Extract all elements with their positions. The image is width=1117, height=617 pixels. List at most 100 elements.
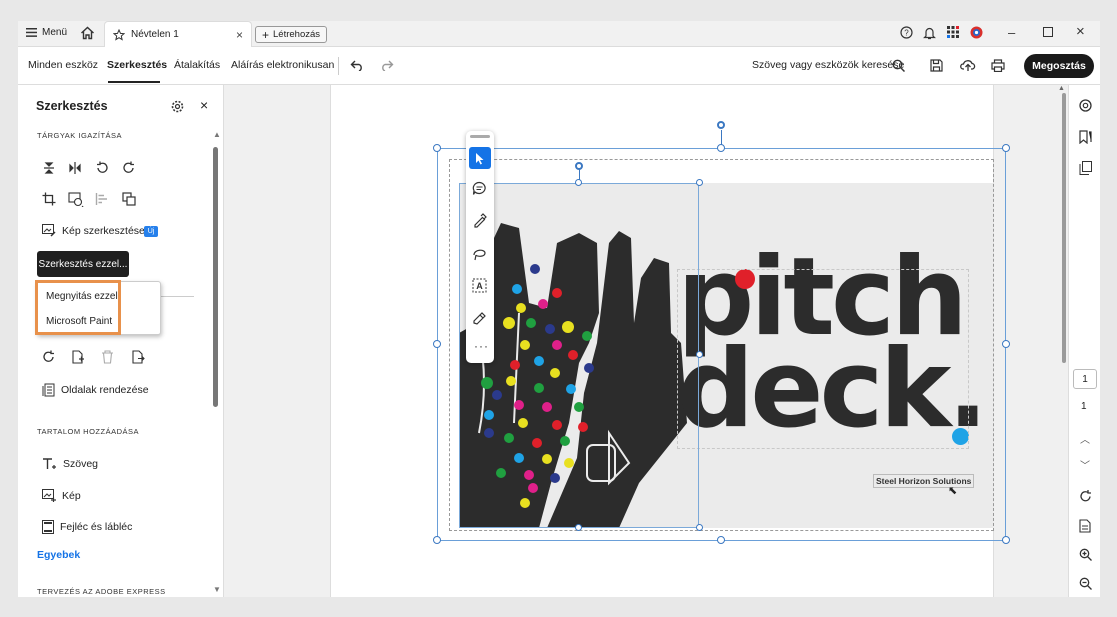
flip-horizontal-icon[interactable] — [68, 161, 82, 175]
document-tab[interactable]: Névtelen 1 × — [104, 21, 252, 47]
menu-label: Menü — [42, 27, 68, 38]
tab-esign[interactable]: Aláírás elektronikusan — [231, 59, 334, 71]
avatar[interactable] — [970, 26, 983, 39]
active-tab-indicator — [108, 81, 160, 83]
add-text-row[interactable]: Szöveg — [42, 457, 98, 471]
cloud-upload-icon[interactable] — [960, 58, 976, 72]
close-tab-icon[interactable]: × — [236, 28, 243, 42]
arrange-layers-icon[interactable] — [122, 192, 136, 206]
resize-handle-b[interactable] — [717, 536, 725, 544]
comment-icon[interactable] — [472, 181, 487, 196]
arrange-pages-row[interactable]: Oldalak rendezése — [42, 383, 149, 397]
image-handle-tr[interactable] — [696, 179, 703, 186]
header-footer-icon — [42, 520, 54, 534]
freehand-draw-icon[interactable] — [472, 246, 487, 261]
edit-panel: Szerkesztés × TÁRGYAK IGAZÍTÁSA ▲ ▼ Kép … — [18, 85, 224, 597]
edit-with-button[interactable]: Szerkesztés ezzel... — [37, 251, 129, 277]
resize-handle-bl[interactable] — [433, 536, 441, 544]
minimize-icon[interactable]: – — [1008, 25, 1015, 40]
rotate-right-icon[interactable] — [122, 161, 136, 175]
resize-handle-tr[interactable] — [1002, 144, 1010, 152]
page-down-icon[interactable]: ﹀ — [1080, 457, 1090, 472]
tab-edit[interactable]: Szerkesztés — [107, 59, 167, 71]
highlight-pen-icon[interactable] — [472, 213, 487, 228]
zoom-in-icon[interactable] — [1079, 548, 1092, 561]
canvas-scroll-up-icon[interactable]: ▲ — [1058, 85, 1065, 92]
tab-all-tools[interactable]: Minden eszköz — [28, 59, 98, 71]
select-cursor-icon[interactable] — [469, 147, 491, 169]
help-icon[interactable]: ? — [900, 26, 913, 39]
page-number-input[interactable]: 1 — [1073, 369, 1097, 389]
sign-pen-icon[interactable] — [472, 311, 487, 326]
rotate-left-icon[interactable] — [95, 161, 109, 175]
arrange-pages-icon — [42, 383, 55, 397]
document-tab-title: Névtelen 1 — [131, 29, 179, 40]
more-options-icon[interactable]: ··· — [474, 339, 489, 353]
flip-vertical-icon[interactable] — [42, 161, 56, 175]
close-panel-icon[interactable]: × — [200, 97, 208, 113]
add-image-row[interactable]: Kép — [42, 489, 81, 502]
rotate-handle[interactable] — [717, 121, 725, 129]
create-button[interactable]: + Létrehozás — [255, 26, 328, 43]
pages-icon[interactable] — [1079, 161, 1092, 175]
bookmark-icon[interactable] — [1079, 130, 1092, 144]
resize-handle-r[interactable] — [1002, 340, 1010, 348]
image-handle-t[interactable] — [575, 179, 582, 186]
resize-handle-t[interactable] — [717, 144, 725, 152]
maximize-icon[interactable] — [1043, 27, 1053, 37]
main-toolbar: Minden eszköz Szerkesztés Átalakítás Alá… — [18, 47, 1100, 85]
section-add-heading: TARTALOM HOZZÁADÁSA — [37, 427, 140, 436]
page-up-icon[interactable]: ︿ — [1080, 431, 1090, 446]
create-label: Létrehozás — [273, 29, 321, 40]
refresh-icon[interactable] — [1079, 490, 1092, 503]
panel-scrollbar[interactable] — [213, 147, 218, 407]
new-badge: Új — [144, 226, 158, 237]
image-rotate-handle[interactable] — [575, 162, 583, 170]
scroll-down-icon[interactable]: ▼ — [213, 585, 221, 594]
print-icon[interactable] — [991, 59, 1005, 72]
share-button[interactable]: Megosztás — [1024, 54, 1094, 78]
star-icon[interactable] — [113, 28, 125, 41]
search-label[interactable]: Szöveg vagy eszközök keresése — [752, 59, 904, 71]
home-icon[interactable] — [80, 26, 95, 40]
ai-assistant-icon[interactable] — [1079, 99, 1092, 112]
drag-handle[interactable] — [470, 135, 490, 138]
tab-convert[interactable]: Átalakítás — [174, 59, 220, 71]
page-fit-icon[interactable] — [1079, 519, 1092, 533]
zoom-out-icon[interactable] — [1079, 577, 1092, 590]
plus-icon: + — [262, 27, 270, 42]
save-icon[interactable] — [930, 59, 943, 72]
edit-image-icon — [42, 224, 56, 237]
apps-grid-icon[interactable] — [947, 26, 959, 38]
add-image-label: Kép — [62, 489, 81, 502]
svg-text:A: A — [476, 281, 483, 291]
resize-handle-tl[interactable] — [433, 144, 441, 152]
undo-icon[interactable] — [350, 59, 364, 71]
toolbar-divider — [338, 57, 339, 75]
bell-icon[interactable] — [923, 26, 936, 40]
resize-handle-l[interactable] — [433, 340, 441, 348]
settings-gear-icon[interactable] — [171, 100, 184, 113]
hamburger-icon — [26, 28, 37, 37]
edit-image-row[interactable]: Kép szerkesztése — [42, 224, 145, 237]
menu-button[interactable]: Menü — [26, 27, 67, 38]
header-footer-row[interactable]: Fejléc és lábléc — [42, 520, 132, 534]
close-window-icon[interactable]: × — [1076, 23, 1085, 40]
text-box-icon[interactable]: A — [472, 278, 487, 293]
other-link[interactable]: Egyebek — [37, 549, 80, 561]
redo-icon[interactable] — [380, 59, 394, 71]
panel-title: Szerkesztés — [36, 99, 108, 113]
insert-page-icon[interactable] — [71, 350, 85, 364]
image-handle-br[interactable] — [696, 524, 703, 531]
resize-handle-br[interactable] — [1002, 536, 1010, 544]
crop-icon[interactable] — [42, 192, 56, 206]
scroll-up-icon[interactable]: ▲ — [213, 130, 221, 139]
rotate-page-icon[interactable] — [42, 350, 56, 364]
image-handle-r[interactable] — [696, 351, 703, 358]
delete-page-icon — [101, 350, 114, 364]
replace-image-icon[interactable] — [68, 192, 84, 207]
canvas-scrollbar[interactable] — [1062, 93, 1066, 363]
extract-page-icon[interactable] — [131, 350, 145, 364]
image-handle-b[interactable] — [575, 524, 582, 531]
search-icon[interactable] — [892, 59, 905, 72]
